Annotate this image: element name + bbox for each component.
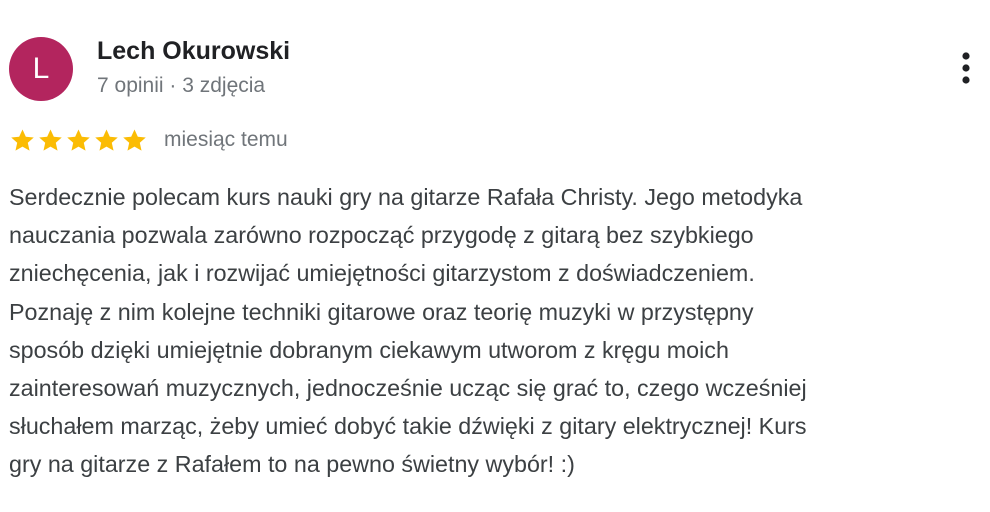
review-time: miesiąc temu (164, 128, 288, 151)
star-icon (11, 128, 34, 151)
review-text-line: sposób dzięki umiejętnie dobranym ciekaw… (9, 336, 729, 363)
review-text-line: Serdecznie polecam kurs nauki gry na git… (9, 184, 803, 210)
review-text-line: zniechęcenia, jak i rozwijać umiejętnośc… (9, 260, 755, 287)
star-icon (95, 128, 118, 151)
star-rating (9, 127, 149, 154)
avatar[interactable]: L (9, 37, 73, 101)
review-text-line: słuchałem marząc, żeby umieć dobyć takie… (9, 413, 807, 440)
review-text: Serdecznie polecam kurs nauki gry na git… (9, 178, 984, 484)
reviewer-name[interactable]: Lech Okurowski (97, 37, 290, 66)
star-icon (67, 128, 90, 151)
star-icon (39, 128, 62, 151)
reviewer-meta[interactable]: 7 opinii · 3 zdjęcia (97, 74, 265, 98)
review-card: L Lech Okurowski 7 opinii · 3 zdjęcia mi… (0, 0, 990, 512)
more-vert-icon (962, 52, 970, 84)
review-text-line: nauczania pozwala zarówno rozpocząć przy… (9, 222, 754, 249)
review-text-line: gry na gitarze z Rafałem to na pewno świ… (9, 451, 575, 478)
more-options-button[interactable] (950, 48, 982, 88)
star-icon (123, 128, 146, 151)
avatar-letter: L (32, 52, 50, 85)
review-text-line: Poznaję z nim kolejne techniki gitarowe … (9, 298, 754, 325)
review-text-line: zainteresowań muzycznych, jednocześnie u… (9, 375, 807, 402)
rating-row: miesiąc temu (9, 124, 288, 156)
